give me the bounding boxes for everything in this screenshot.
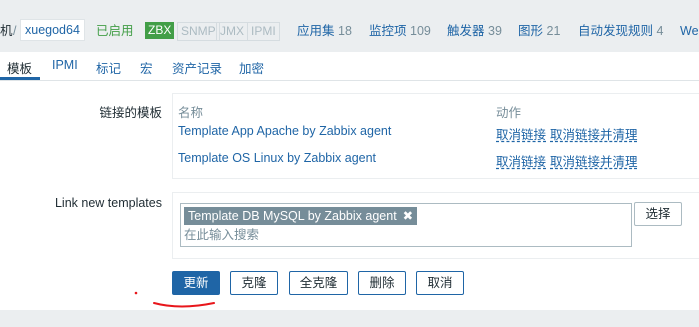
template-search-input[interactable] xyxy=(184,228,584,242)
chip-label: Template DB MySQL by Zabbix agent xyxy=(188,209,397,223)
host-header: 机 / xuegod64 已启用 ZBX SNMP JMX IPMI 应用集 1… xyxy=(0,0,699,52)
breadcrumb-fragment[interactable]: 机 xyxy=(0,23,13,39)
remove-chip-icon[interactable]: ✖ xyxy=(403,209,413,223)
unlink-and-clear-action[interactable]: 取消链接并清理 xyxy=(550,124,638,143)
cancel-button[interactable]: 取消 xyxy=(416,271,464,295)
delete-button[interactable]: 删除 xyxy=(358,271,406,295)
column-action-header: 动作 xyxy=(496,106,522,120)
annotation-dot xyxy=(134,291,138,295)
discovery-rules-link[interactable]: 自动发现规则 4 xyxy=(578,23,663,39)
applications-link[interactable]: 应用集 18 xyxy=(297,23,352,39)
tab-macros[interactable]: 宏 xyxy=(140,58,153,77)
linked-templates-table: 名称 动作 Template App Apache by Zabbix agen… xyxy=(172,93,699,179)
clone-button[interactable]: 克隆 xyxy=(230,271,278,295)
graphs-label: 图形 xyxy=(518,24,544,38)
tab-encryption[interactable]: 加密 xyxy=(239,58,264,77)
linked-templates-label: 链接的模板 xyxy=(99,106,162,120)
graphs-link[interactable]: 图形 21 xyxy=(518,23,560,39)
zbx-badge: ZBX xyxy=(145,22,175,39)
discovery-label: 自动发现规则 xyxy=(578,24,654,38)
unlink-and-clear-action[interactable]: 取消链接并清理 xyxy=(550,151,638,170)
select-button[interactable]: 选择 xyxy=(634,202,682,226)
annotation-underline xyxy=(153,302,215,308)
active-tab-indicator xyxy=(0,77,40,80)
discovery-count: 4 xyxy=(656,24,664,38)
template-form: 链接的模板 名称 动作 Template App Apache by Zabbi… xyxy=(0,81,699,310)
linked-template-link[interactable]: Template App Apache by Zabbix agent xyxy=(178,124,391,138)
link-new-templates-label: Link new templates xyxy=(54,196,162,210)
items-label: 监控项 xyxy=(369,24,407,38)
linked-template-link[interactable]: Template OS Linux by Zabbix agent xyxy=(178,151,376,165)
unlink-action[interactable]: 取消链接 xyxy=(496,124,546,143)
tab-bar: 模板 IPMI 标记 宏 资产记录 加密 xyxy=(0,52,699,81)
jmx-badge: JMX xyxy=(216,22,248,41)
tab-ipmi[interactable]: IPMI xyxy=(52,58,78,72)
applications-count: 18 xyxy=(338,24,352,38)
full-clone-button[interactable]: 全克隆 xyxy=(289,271,348,295)
red-annotation-marks xyxy=(134,291,215,308)
tab-inventory[interactable]: 资产记录 xyxy=(172,58,222,77)
graphs-count: 21 xyxy=(546,24,561,38)
web-link[interactable]: Web xyxy=(680,23,699,39)
triggers-link[interactable]: 触发器 39 xyxy=(447,23,502,39)
selected-template-chip: Template DB MySQL by Zabbix agent ✖ xyxy=(184,207,418,225)
status-enabled[interactable]: 已启用 xyxy=(96,23,134,39)
column-name-header: 名称 xyxy=(178,106,204,120)
triggers-count: 39 xyxy=(488,24,502,38)
breadcrumb-separator: / xyxy=(13,24,17,38)
items-count: 109 xyxy=(410,24,431,38)
host-name-crumb[interactable]: xuegod64 xyxy=(20,19,85,41)
applications-label: 应用集 xyxy=(297,24,335,38)
triggers-label: 触发器 xyxy=(447,24,485,38)
tab-templates[interactable]: 模板 xyxy=(7,58,32,77)
items-link[interactable]: 监控项 109 xyxy=(369,23,431,39)
ipmi-badge: IPMI xyxy=(247,22,280,41)
page-footer-band xyxy=(0,310,699,327)
web-label: Web xyxy=(680,24,699,38)
unlink-action[interactable]: 取消链接 xyxy=(496,151,546,170)
snmp-badge: SNMP xyxy=(177,22,220,41)
template-multiselect[interactable]: Template DB MySQL by Zabbix agent ✖ xyxy=(180,203,632,247)
tab-tags[interactable]: 标记 xyxy=(96,58,121,77)
